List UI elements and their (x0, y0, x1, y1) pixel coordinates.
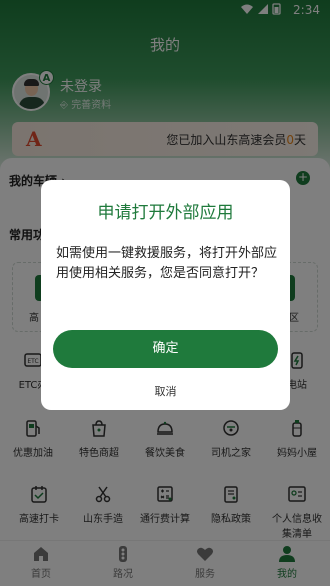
dialog-message: 如需使用一键救援服务，将打开外部应用使用相关服务，您是否同意打开？ (56, 246, 278, 281)
open-external-app-dialog: 申请打开外部应用 如需使用一键救援服务，将打开外部应用使用相关服务，您是否同意打… (41, 180, 290, 410)
dialog-title: 申请打开外部应用 (97, 203, 234, 223)
confirm-button[interactable]: 确定 (53, 330, 278, 368)
cancel-button[interactable]: 取消 (41, 383, 290, 399)
